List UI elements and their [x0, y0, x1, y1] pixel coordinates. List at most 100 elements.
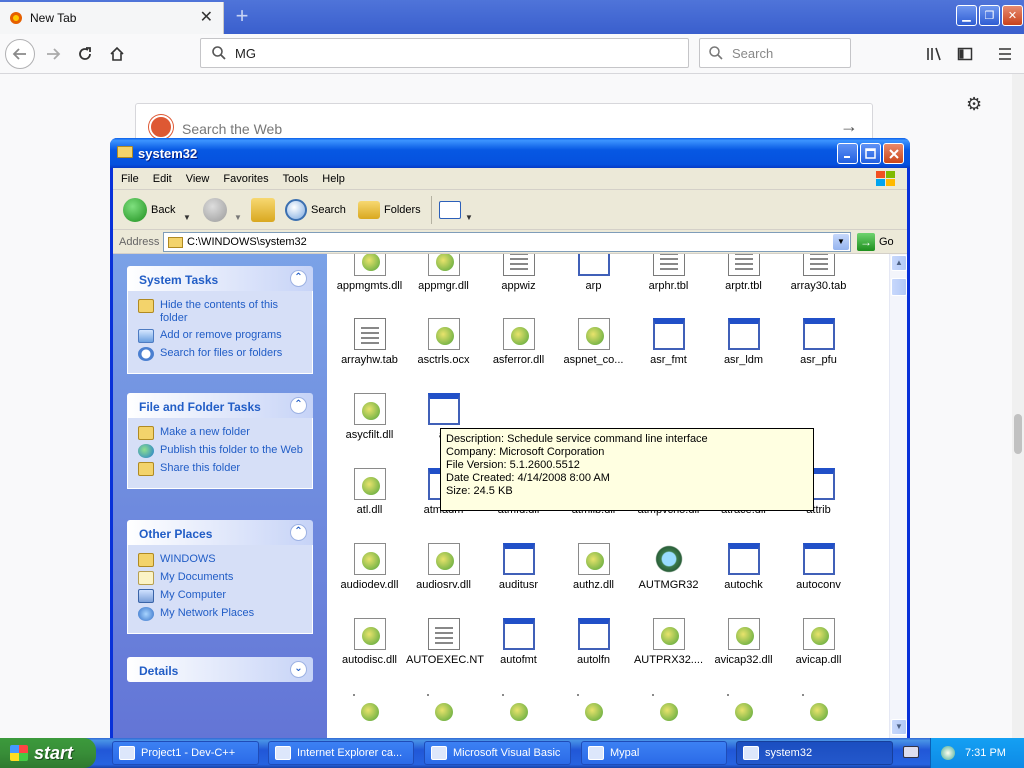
expand-chevron-icon[interactable]: ⌄ [290, 661, 307, 678]
folders-button[interactable]: Folders [358, 197, 421, 223]
file-item[interactable]: avicap.dll [781, 618, 856, 666]
collapse-chevron-icon[interactable]: ⌃ [290, 524, 307, 541]
file-item[interactable]: AUTMGR32 [631, 543, 706, 591]
close-tab-icon[interactable]: ✕ [200, 10, 213, 26]
task-add-remove-programs[interactable]: Add or remove programs [138, 329, 306, 343]
file-item[interactable]: atl.dll [332, 468, 407, 516]
place-my-computer[interactable]: My Computer [138, 589, 306, 603]
file-item[interactable]: arphr.tbl [631, 254, 706, 292]
dll-file-icon[interactable] [802, 694, 828, 721]
file-item[interactable]: asr_pfu [781, 318, 856, 366]
file-item[interactable]: autolfn [556, 618, 631, 666]
task-make-folder[interactable]: Make a new folder [138, 426, 306, 440]
clock[interactable]: 7:31 PM [965, 747, 1006, 759]
menu-help[interactable]: Help [322, 173, 345, 185]
file-item[interactable]: arrayhw.tab [332, 318, 407, 366]
system-tasks-header[interactable]: System Tasks ⌃ [127, 266, 313, 291]
file-item[interactable]: avicap32.dll [706, 618, 781, 666]
file-item[interactable]: auditusr [481, 543, 556, 591]
file-item[interactable]: autochk [706, 543, 781, 591]
scroll-down-icon[interactable]: ▼ [891, 719, 907, 735]
place-my-documents[interactable]: My Documents [138, 571, 306, 585]
dll-file-icon[interactable] [427, 694, 453, 721]
file-item[interactable]: audiosrv.dll [406, 543, 481, 591]
home-button[interactable] [102, 39, 132, 69]
back-dropdown-icon[interactable]: ▼ [183, 204, 191, 230]
keyboard-icon[interactable] [903, 746, 919, 758]
views-dropdown-icon[interactable]: ▼ [465, 204, 473, 230]
tray-app-icon[interactable] [941, 746, 955, 760]
taskbar-item-mypal[interactable]: Mypal [581, 741, 727, 765]
file-item[interactable]: autofmt [481, 618, 556, 666]
file-item[interactable]: autodisc.dll [332, 618, 407, 666]
details-header[interactable]: Details ⌄ [127, 657, 313, 682]
reload-button[interactable] [70, 39, 100, 69]
menu-edit[interactable]: Edit [153, 173, 172, 185]
address-text[interactable]: C:\WINDOWS\system32 [187, 236, 307, 248]
newtab-search-box[interactable]: Search the Web → [135, 103, 873, 141]
task-share-folder[interactable]: Share this folder [138, 462, 306, 476]
file-list-scrollbar[interactable]: ▲ ▼ [889, 254, 907, 738]
scroll-thumb[interactable] [891, 278, 907, 296]
dll-file-icon[interactable] [727, 694, 753, 721]
close-window-button[interactable]: ✕ [1002, 5, 1023, 26]
back-button[interactable] [5, 39, 35, 69]
forward-button[interactable] [38, 39, 68, 69]
file-item[interactable]: AUTOEXEC.NT [406, 618, 484, 666]
place-my-network[interactable]: My Network Places [138, 607, 306, 621]
maximize-button[interactable]: ❐ [979, 5, 1000, 26]
file-item[interactable]: AUTPRX32.... [631, 618, 706, 666]
dll-file-icon[interactable] [577, 694, 603, 721]
menu-view[interactable]: View [186, 173, 210, 185]
taskbar-item-vb[interactable]: Microsoft Visual Basic [424, 741, 571, 765]
task-publish-web[interactable]: Publish this folder to the Web [138, 444, 306, 458]
forward-dropdown-icon[interactable]: ▼ [234, 204, 242, 230]
explorer-forward-button[interactable] [203, 197, 231, 223]
menu-favorites[interactable]: Favorites [223, 173, 268, 185]
file-item[interactable]: asctrls.ocx [406, 318, 481, 366]
other-places-header[interactable]: Other Places ⌃ [127, 520, 313, 545]
collapse-chevron-icon[interactable]: ⌃ [290, 397, 307, 414]
file-item[interactable]: aspnet_co... [556, 318, 631, 366]
place-windows[interactable]: WINDOWS [138, 553, 306, 567]
explorer-titlebar[interactable]: system32 [110, 138, 910, 168]
file-item[interactable]: asycfilt.dll [332, 393, 407, 441]
explorer-back-button[interactable]: Back [123, 197, 175, 223]
collapse-chevron-icon[interactable]: ⌃ [290, 270, 307, 287]
go-button[interactable]: → Go [857, 233, 894, 251]
taskbar-item-devcpp[interactable]: Project1 - Dev-C++ [112, 741, 259, 765]
file-item[interactable]: arptr.tbl [706, 254, 781, 292]
search-submit-icon[interactable]: → [840, 116, 858, 137]
menu-file[interactable]: File [121, 173, 139, 185]
search-bar[interactable]: Search [699, 38, 851, 68]
dll-file-icon[interactable] [502, 694, 528, 721]
file-folder-tasks-header[interactable]: File and Folder Tasks ⌃ [127, 393, 313, 418]
file-item[interactable]: asferror.dll [481, 318, 556, 366]
dll-file-icon[interactable] [353, 694, 379, 721]
file-item[interactable]: arp [556, 254, 631, 292]
taskbar-item-ie[interactable]: Internet Explorer ca... [268, 741, 414, 765]
file-item[interactable]: authz.dll [556, 543, 631, 591]
page-scroll-thumb[interactable] [1014, 414, 1022, 454]
explorer-minimize-button[interactable] [837, 143, 858, 164]
address-dropdown-icon[interactable]: ▼ [833, 234, 849, 250]
hamburger-menu-button[interactable] [990, 39, 1020, 69]
file-item[interactable]: appwiz [481, 254, 556, 292]
new-tab-button[interactable]: + [232, 4, 252, 28]
start-button[interactable]: start [0, 738, 96, 768]
explorer-close-button[interactable] [883, 143, 904, 164]
browser-tab-new-tab[interactable]: New Tab ✕ [0, 2, 224, 34]
file-item[interactable]: audiodev.dll [332, 543, 407, 591]
gear-icon[interactable]: ⚙ [966, 94, 982, 115]
file-item[interactable]: autoconv [781, 543, 856, 591]
file-item[interactable]: appmgmts.dll [332, 254, 407, 292]
library-button[interactable] [920, 39, 950, 69]
address-field[interactable]: C:\WINDOWS\system32 ▼ [163, 232, 851, 252]
address-bar[interactable]: MG [200, 38, 689, 68]
explorer-maximize-button[interactable] [860, 143, 881, 164]
scroll-up-icon[interactable]: ▲ [891, 255, 907, 271]
address-bar-text[interactable]: MG [235, 46, 256, 61]
file-item[interactable]: array30.tab [781, 254, 856, 292]
up-folder-button[interactable] [251, 197, 279, 223]
minimize-button[interactable]: ▁ [956, 5, 977, 26]
